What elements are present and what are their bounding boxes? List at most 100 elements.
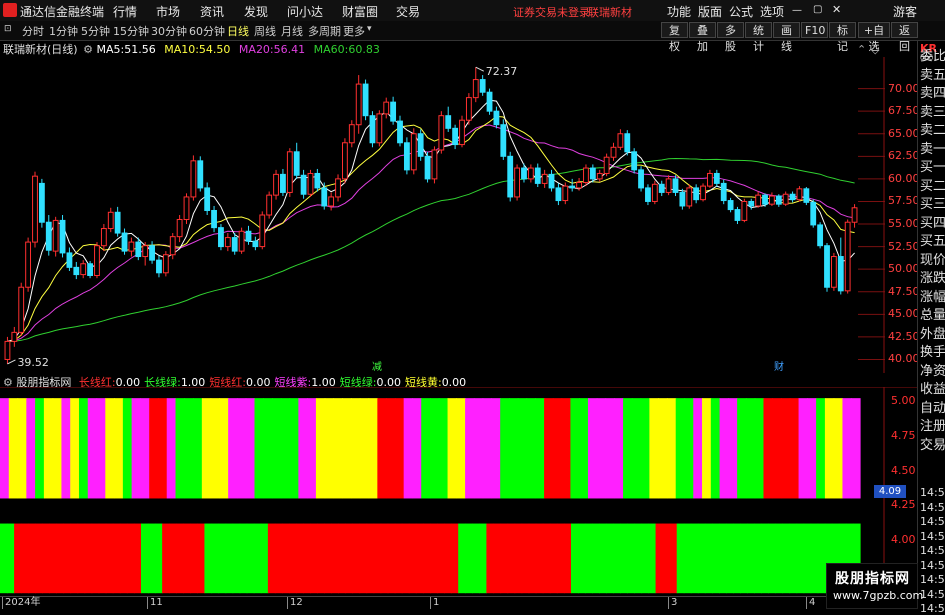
candle-body [727, 200, 734, 211]
menu-trade[interactable]: 交易 [396, 3, 420, 20]
event-mark-finance[interactable]: 财 [774, 360, 784, 373]
candle-body [665, 178, 672, 193]
date-tick-label: 1 [430, 597, 439, 609]
quote-label: 换手 [920, 345, 945, 360]
menu-news[interactable]: 资讯 [200, 3, 224, 20]
candle [803, 187, 810, 206]
period-tab-intraday[interactable]: 分时 [22, 23, 44, 39]
indicator-bar [35, 523, 43, 594]
indicator-bar [289, 398, 299, 499]
indicator-bar [781, 398, 791, 499]
f10-button[interactable]: F10 [801, 22, 828, 38]
candle [500, 119, 507, 160]
candle [782, 191, 789, 206]
indicator-bar [447, 398, 457, 499]
watermark-url: www.7gpzb.com [833, 589, 924, 602]
indicator-bar [14, 523, 22, 594]
restore-rights-button[interactable]: 复权 [661, 22, 688, 53]
indicator-bar [387, 523, 396, 594]
draw-line-button[interactable]: 画线 [773, 22, 800, 53]
indicator-bar [77, 523, 86, 594]
menu-quotes[interactable]: 行情 [113, 3, 137, 20]
home-icon[interactable]: ⊡ [4, 24, 12, 34]
period-tab-monthly[interactable]: 月线 [281, 23, 303, 39]
period-tab-more[interactable]: 更多 [343, 23, 365, 39]
period-tab-60min[interactable]: 60分钟 [189, 23, 225, 39]
event-mark-reduce[interactable]: 减 [372, 361, 382, 373]
candle-body [755, 194, 762, 207]
menu-ask[interactable]: 问小达 [287, 3, 323, 20]
indicator-bar [599, 523, 607, 594]
candle [142, 242, 149, 266]
candle-body [417, 133, 424, 157]
indicator-bar [63, 523, 72, 594]
settings-icon[interactable]: ⚙ [83, 43, 93, 56]
indicator-bar [254, 398, 264, 499]
indicator-bar [119, 523, 128, 594]
menu-layout[interactable]: 版面 [698, 3, 722, 20]
candle [266, 191, 273, 219]
indicator-bar [84, 523, 93, 594]
candle-body [796, 188, 803, 201]
candle [176, 215, 183, 243]
quote-label[interactable]: 注册 [920, 415, 945, 434]
quote-label: 买二 [920, 178, 945, 194]
menu-wealth[interactable]: 财富圈 [342, 3, 378, 20]
back-button[interactable]: 返回 [891, 22, 918, 53]
overlay-button[interactable]: 叠加 [689, 22, 716, 53]
login-warning[interactable]: 证券交易未登录 [513, 4, 590, 20]
candle-body [465, 97, 472, 121]
indicator-bar [465, 398, 475, 499]
guest-button[interactable]: 游客 [893, 3, 917, 20]
indicator-bar [105, 523, 114, 594]
menu-formula[interactable]: 公式 [729, 3, 753, 20]
indicator-bar [26, 398, 36, 499]
expand-chart-icon[interactable]: ◇ [871, 43, 879, 56]
ma5-path [7, 99, 855, 342]
menu-function[interactable]: 功能 [667, 3, 691, 20]
period-tab-1min[interactable]: 1分钟 [49, 23, 78, 39]
period-tab-multi[interactable]: 多周期 [308, 23, 341, 39]
candle [73, 261, 80, 280]
more-chevron-icon[interactable]: ▾ [367, 24, 372, 34]
indicator-bar [761, 523, 769, 594]
candle-body [348, 124, 355, 144]
app-logo-icon [3, 3, 17, 17]
period-tab-15min[interactable]: 15分钟 [113, 23, 149, 39]
indicator-tick-label: 4.00 [891, 533, 916, 547]
indicator-chart[interactable] [0, 387, 917, 596]
indicator-bar [225, 523, 234, 594]
quote-label[interactable]: 交易 [920, 434, 945, 453]
close-icon[interactable]: ✕ [832, 3, 841, 16]
candle-body [321, 187, 328, 207]
period-tab-daily[interactable]: 日线 [227, 23, 249, 39]
candle-body [362, 83, 369, 117]
menu-market[interactable]: 市场 [156, 3, 180, 20]
minimize-icon[interactable]: — [792, 5, 802, 16]
period-tab-5min[interactable]: 5分钟 [81, 23, 110, 39]
candle [424, 151, 431, 183]
quote-label[interactable]: 自动 [920, 397, 945, 416]
candle [830, 252, 837, 291]
candle-body [197, 160, 204, 189]
collapse-chart-icon[interactable]: ⌃ [857, 43, 866, 56]
candle [211, 205, 217, 233]
candle-body [383, 101, 390, 115]
multi-stock-button[interactable]: 多股 [717, 22, 744, 53]
candle [314, 168, 321, 192]
ma5-line [7, 99, 855, 342]
period-tab-30min[interactable]: 30分钟 [151, 23, 187, 39]
candle-body [224, 237, 231, 248]
indicator-bar [544, 398, 554, 499]
candle-body [507, 155, 514, 198]
menu-options[interactable]: 选项 [760, 3, 784, 20]
add-watchlist-button[interactable]: +自选 [858, 22, 890, 53]
menu-discover[interactable]: 发现 [244, 3, 268, 20]
mark-button[interactable]: 标记 [829, 22, 856, 53]
candlestick-chart[interactable]: 72.37 39.52 减 财 [0, 57, 917, 373]
ma60-label: MA60: [313, 43, 349, 56]
maximize-icon[interactable]: ▢ [813, 4, 822, 15]
statistics-button[interactable]: 统计 [745, 22, 772, 53]
period-tab-weekly[interactable]: 周线 [254, 23, 276, 39]
candle-body [280, 173, 286, 193]
